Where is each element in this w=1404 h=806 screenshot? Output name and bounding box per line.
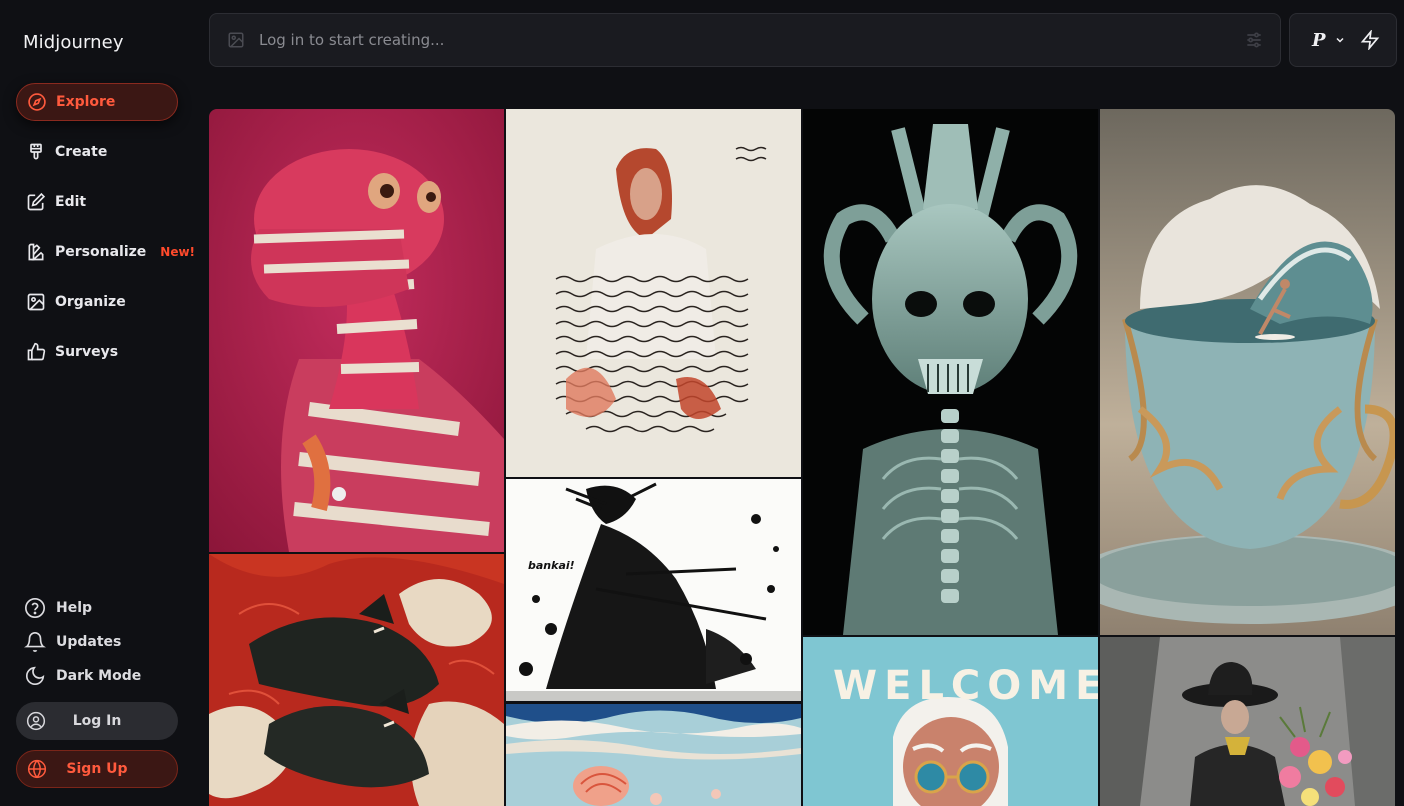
nav-item-label: Create [55,144,108,160]
nav-item-surveys[interactable]: Surveys [16,333,178,371]
welcome-text: WELCOME [833,663,1098,709]
welcome-poster-image[interactable]: WELCOME [803,637,1098,806]
help-label: Help [56,600,93,616]
new-badge: New! [160,245,196,259]
sidebar-footer: Help Updates Dark Mode Log In Sign Up [16,591,178,788]
signup-label: Sign Up [66,761,128,777]
login-button[interactable]: Log In [16,702,178,740]
edit-icon [27,192,46,211]
chevron-down-icon [1336,37,1344,43]
bankai-text: bankai! [528,559,575,572]
globe-icon [27,759,47,779]
nav-item-organize[interactable]: Organize [16,283,178,321]
mode-selector[interactable]: P [1289,13,1397,67]
moon-icon [25,666,45,686]
user-circle-icon [26,711,46,731]
red-wolves-image[interactable] [209,554,504,806]
nav-item-label: Organize [55,294,126,310]
lightning-icon[interactable] [1360,30,1380,50]
nav-item-edit[interactable]: Edit [16,183,178,221]
help-link[interactable]: Help [16,591,178,625]
paintbrush-icon [30,143,42,160]
nav-item-label: Edit [55,194,87,210]
nav-item-explore[interactable]: Explore [16,83,178,121]
teacup-surfer-image[interactable] [1100,109,1395,635]
nav-item-create[interactable]: Create [16,133,178,171]
prompt-input[interactable] [259,31,1244,49]
personalize-icon [28,243,44,261]
brand-logo[interactable]: Midjourney [23,32,124,53]
dark-mode-label: Dark Mode [56,668,142,684]
main-nav: Explore Create Edit Personalize New! Org… [16,83,195,383]
bell-icon [24,632,46,652]
nav-item-personalize[interactable]: Personalize New! [16,233,195,271]
xray-alien-image[interactable] [803,109,1098,635]
mode-label: P [1312,29,1326,51]
image-icon [27,293,45,311]
image-upload-icon[interactable] [227,31,245,49]
compass-icon [28,93,46,111]
explore-gallery: bankai! WELCOME [209,109,1395,806]
signup-button[interactable]: Sign Up [16,750,178,788]
updates-link[interactable]: Updates [16,625,178,659]
thumbs-up-icon [27,342,46,361]
settings-sliders-icon[interactable] [1244,30,1264,50]
login-label: Log In [72,713,122,729]
seashell-waves-image[interactable] [506,704,801,806]
dark-mode-toggle[interactable]: Dark Mode [16,659,178,693]
help-icon [25,598,45,618]
updates-label: Updates [56,634,122,650]
hat-woman-flowers-image[interactable] [1100,637,1395,806]
ink-samurai-image[interactable]: bankai! [506,479,801,701]
nav-item-label: Explore [56,94,116,110]
sidebar: Midjourney Explore Create Edit Personali… [0,0,196,806]
nav-item-label: Personalize [55,244,147,260]
nav-item-label: Surveys [55,344,119,360]
prompt-bar [209,13,1281,67]
wavy-line-woman-image[interactable] [506,109,801,477]
knitted-dinosaur-image[interactable] [209,109,504,552]
